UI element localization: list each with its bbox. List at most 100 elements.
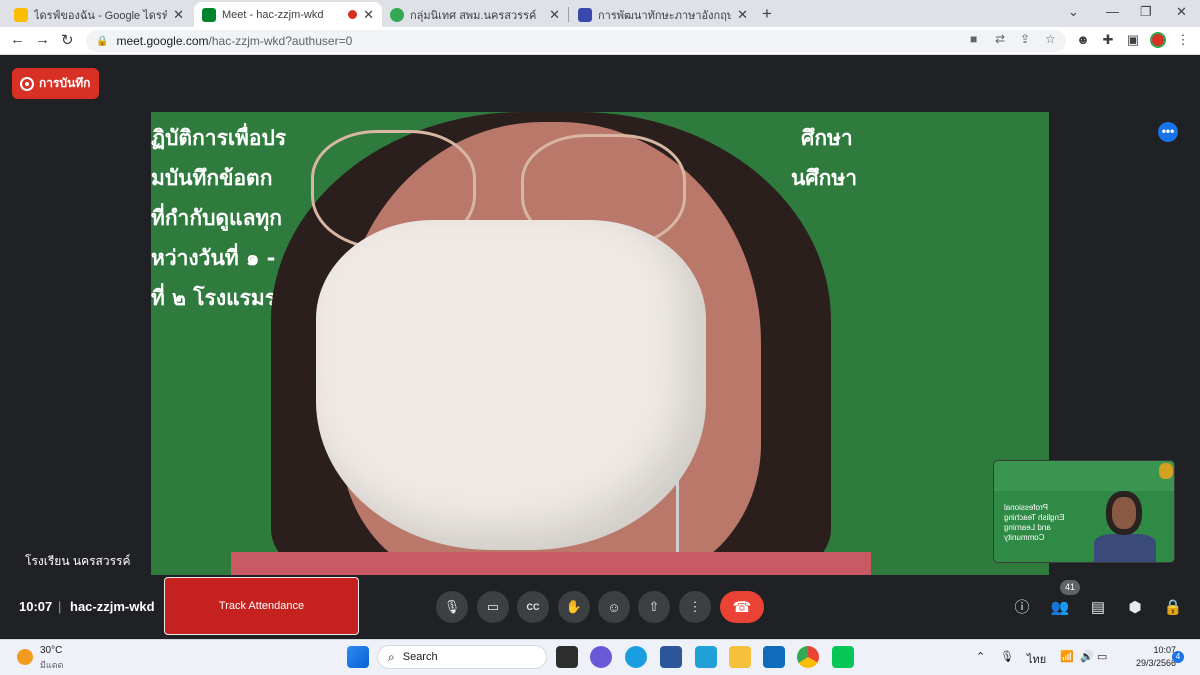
activities-icon[interactable]: ⬢ bbox=[1124, 597, 1146, 619]
windows-start-icon[interactable] bbox=[347, 646, 369, 668]
track-attendance-button[interactable]: Track Attendance bbox=[164, 577, 359, 635]
people-icon[interactable]: 👥 bbox=[1049, 597, 1071, 619]
tab-search-icon[interactable]: ⌄ bbox=[1068, 4, 1079, 20]
teams-chat-icon[interactable] bbox=[590, 646, 612, 668]
emoji-reaction-icon[interactable]: ☺ bbox=[598, 591, 630, 623]
pip-person-body bbox=[1094, 534, 1156, 562]
speaker-shirt bbox=[231, 552, 871, 575]
word-icon[interactable] bbox=[660, 646, 682, 668]
taskbar-clock[interactable]: 10:07 29/3/2566 bbox=[1136, 644, 1176, 670]
record-icon bbox=[20, 76, 34, 91]
battery-icon[interactable]: ▭ bbox=[1097, 650, 1107, 663]
reload-icon[interactable]: ↻ bbox=[61, 31, 74, 49]
edge-icon[interactable] bbox=[625, 646, 647, 668]
recording-icon bbox=[348, 10, 358, 19]
restore-icon[interactable]: ❐ bbox=[1140, 4, 1152, 20]
slide-text-line: นศึกษา bbox=[791, 166, 858, 190]
slide-text-line: มบันทึกข้อตก bbox=[151, 166, 273, 190]
wifi-icon[interactable]: 📶 bbox=[1060, 650, 1074, 663]
tab-title: กลุ่มนิเทศ สพม.นครสวรรค์ bbox=[410, 9, 537, 22]
meeting-details-icon[interactable]: ⓘ bbox=[1011, 597, 1033, 619]
url-host: meet.google.com bbox=[116, 34, 209, 48]
translate-icon[interactable]: ⇄ bbox=[995, 32, 1005, 46]
url-path: /hac-zzjm-wkd?authuser=0 bbox=[208, 34, 353, 48]
tab-title: ไดรฟ์ของฉัน - Google ไดรฟ์ bbox=[34, 9, 168, 22]
leave-call-button[interactable]: ☎ bbox=[720, 591, 764, 623]
microphone-tray-icon[interactable]: 🎙 bbox=[1000, 650, 1014, 663]
chrome-icon[interactable] bbox=[797, 646, 819, 668]
tab-google-drive[interactable]: ไดรฟ์ของฉัน - Google ไดรฟ์ ✕ bbox=[6, 2, 192, 27]
earring bbox=[676, 472, 698, 562]
slide-text-line: ที่ ๒ โรงแรมรอ bbox=[151, 286, 289, 310]
self-view-tile[interactable]: Professional English Teaching and Learni… bbox=[993, 460, 1175, 563]
address-bar[interactable]: 🔒 meet.google.com /hac-zzjm-wkd?authuser… bbox=[86, 30, 1066, 52]
profile-avatar[interactable] bbox=[1150, 32, 1166, 48]
meet-stage: การบันทึก ฏิบัติการเพื่อปร มบันทึกข้อตก … bbox=[0, 55, 1200, 639]
share-icon[interactable]: ⇪ bbox=[1020, 32, 1030, 46]
microphone-icon[interactable]: 🎙 bbox=[436, 591, 468, 623]
menu-kebab-icon[interactable]: ⋮ bbox=[1175, 32, 1191, 48]
slide-text-line: หว่างวันที่ ๑ - bbox=[151, 246, 276, 270]
chat-icon[interactable]: ▤ bbox=[1087, 597, 1109, 619]
participant-count-badge: 41 bbox=[1060, 580, 1080, 595]
tab-separator bbox=[568, 7, 569, 22]
line-app-icon[interactable] bbox=[832, 646, 854, 668]
close-icon[interactable]: ✕ bbox=[549, 7, 560, 23]
recording-button[interactable]: การบันทึก bbox=[12, 68, 100, 99]
host-controls-icon[interactable]: 🔒 bbox=[1162, 597, 1184, 619]
pip-slide-text: Professional English Teaching and Learni… bbox=[1004, 503, 1065, 542]
pip-banner bbox=[994, 461, 1174, 491]
captions-icon[interactable]: CC bbox=[517, 591, 549, 623]
present-screen-icon[interactable]: ⇧ bbox=[638, 591, 670, 623]
more-options-icon[interactable]: ••• bbox=[1158, 122, 1178, 142]
tab-supervision-group[interactable]: กลุ่มนิเทศ สพม.นครสวรรค์ ✕ bbox=[382, 2, 568, 27]
launcher-l-icon[interactable] bbox=[695, 646, 717, 668]
search-label: Search bbox=[402, 651, 438, 663]
notification-badge[interactable]: 4 bbox=[1172, 651, 1184, 663]
speaker-name: โรงเรียน นครสวรรค์ bbox=[25, 554, 131, 568]
file-explorer-icon[interactable] bbox=[729, 646, 751, 668]
weather-temperature: 30°C bbox=[40, 645, 63, 656]
search-icon: ⌕ bbox=[388, 649, 395, 664]
google-meet-icon bbox=[202, 7, 216, 22]
lock-icon: 🔒 bbox=[96, 35, 109, 47]
volume-icon[interactable]: 🔊 bbox=[1080, 650, 1094, 663]
task-view-icon[interactable] bbox=[556, 646, 578, 668]
new-tab-button[interactable]: + bbox=[762, 4, 772, 24]
meeting-controls: 10:07 | hac-zzjm-wkd Track Attendance 🎙 … bbox=[0, 577, 1200, 639]
meeting-clock: 10:07 bbox=[19, 599, 53, 614]
side-panel-icon[interactable]: ▣ bbox=[1125, 32, 1141, 48]
pip-person bbox=[1094, 489, 1156, 562]
back-icon[interactable]: ← bbox=[10, 31, 25, 48]
tab-english-skills[interactable]: การพัฒนาทักษะภาษาอังกฤษ English ✕ bbox=[570, 2, 756, 27]
minimize-icon[interactable]: — bbox=[1106, 4, 1119, 19]
tab-meet[interactable]: Meet - hac-zzjm-wkd ✕ bbox=[194, 2, 382, 27]
school-logo-icon bbox=[1159, 463, 1173, 479]
more-actions-icon[interactable]: ⋮ bbox=[679, 591, 711, 623]
slide-text-line: ที่กำกับดูแลทุก bbox=[151, 206, 282, 230]
face-mask bbox=[316, 220, 706, 550]
mail-icon[interactable] bbox=[763, 646, 785, 668]
clock-separator: | bbox=[58, 599, 62, 614]
recording-label: การบันทึก bbox=[39, 76, 91, 90]
camera-icon[interactable]: ■ bbox=[970, 32, 977, 46]
extension-avatar-icon[interactable]: ☻ bbox=[1075, 32, 1091, 48]
taskbar-search[interactable]: ⌕ Search bbox=[377, 645, 547, 669]
sun-weather-icon[interactable] bbox=[17, 649, 33, 665]
show-hidden-icons[interactable]: ⌃ bbox=[976, 650, 985, 663]
meeting-code: hac-zzjm-wkd bbox=[70, 599, 155, 614]
forward-icon[interactable]: → bbox=[35, 31, 50, 48]
close-window-icon[interactable]: ✕ bbox=[1176, 4, 1187, 20]
windows-taskbar: 30°C มีแดด ⌕ Search ⌃ 🎙 ไทย 📶 🔊 ▭ 10:07 … bbox=[0, 639, 1200, 675]
pip-person-head bbox=[1106, 491, 1142, 535]
close-icon[interactable]: ✕ bbox=[737, 7, 748, 23]
close-icon[interactable]: ✕ bbox=[173, 7, 184, 23]
close-icon[interactable]: ✕ bbox=[363, 7, 374, 23]
extensions-puzzle-icon[interactable]: ✚ bbox=[1100, 32, 1116, 48]
input-language[interactable]: ไทย bbox=[1027, 650, 1046, 668]
slide-text-line: ศึกษา bbox=[801, 126, 853, 150]
browser-tab-bar: ไดรฟ์ของฉัน - Google ไดรฟ์ ✕ Meet - hac-… bbox=[0, 0, 1200, 27]
camera-toggle-icon[interactable]: ▭ bbox=[477, 591, 509, 623]
raise-hand-icon[interactable]: ✋ bbox=[558, 591, 590, 623]
bookmark-star-icon[interactable]: ☆ bbox=[1045, 32, 1056, 46]
